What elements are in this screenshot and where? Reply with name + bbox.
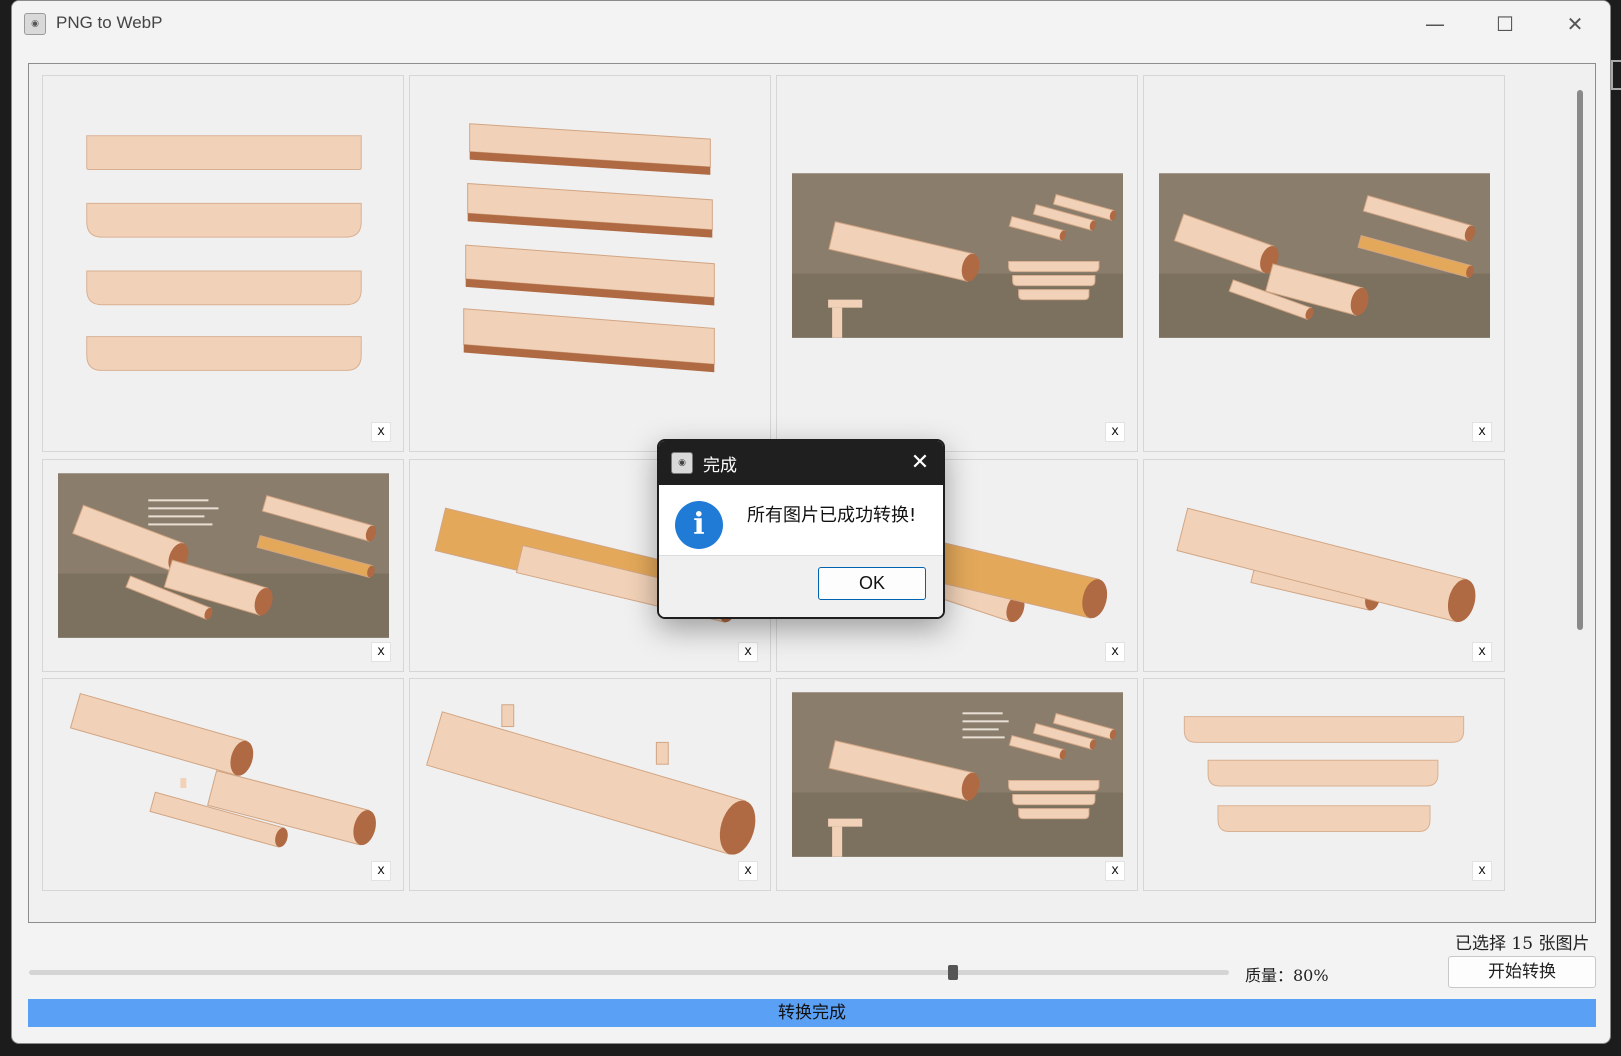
dialog-title-bar: ◉ 完成 ✕ xyxy=(659,441,943,485)
progress-label: 转换完成 xyxy=(778,1003,846,1023)
dialog-message: 所有图片已成功转换! xyxy=(747,505,917,526)
thumbnail-image xyxy=(1144,679,1504,890)
thumbnail-cell[interactable]: x xyxy=(1143,678,1505,891)
remove-image-button[interactable]: x xyxy=(371,422,391,442)
thumbnail-image xyxy=(410,679,770,890)
thumbnail-cell[interactable]: x xyxy=(776,75,1138,452)
thumbnail-image xyxy=(410,76,770,451)
remove-image-button[interactable]: x xyxy=(1472,642,1492,662)
thumbnail-image xyxy=(58,473,389,638)
thumbnail-image xyxy=(1144,460,1504,671)
thumbnail-cell[interactable]: x xyxy=(1143,75,1505,452)
thumbnail-cell[interactable]: x xyxy=(42,678,404,891)
maximize-icon[interactable]: ☐ xyxy=(1482,7,1528,41)
quality-label: 质量：80% xyxy=(1245,966,1329,985)
thumbnail-image xyxy=(43,76,403,451)
thumbnail-cell[interactable]: x xyxy=(1143,459,1505,672)
dialog-body: i 所有图片已成功转换! xyxy=(659,485,943,555)
dialog-title: 完成 xyxy=(703,456,737,476)
thumbnail-image xyxy=(43,679,403,890)
vertical-scrollbar[interactable] xyxy=(1577,90,1583,630)
thumbnail-image xyxy=(1159,173,1490,338)
completion-dialog: ◉ 完成 ✕ i 所有图片已成功转换! OK xyxy=(657,439,945,619)
remove-image-button[interactable]: x xyxy=(1105,861,1125,881)
thumbnail-image xyxy=(792,173,1123,338)
close-icon[interactable]: ✕ xyxy=(1552,7,1598,41)
thumbnail-image xyxy=(792,692,1123,857)
background-window-edge xyxy=(1611,60,1621,90)
remove-image-button[interactable]: x xyxy=(738,861,758,881)
minimize-icon[interactable]: — xyxy=(1412,7,1458,41)
quality-slider-track[interactable] xyxy=(29,970,1229,975)
thumbnail-cell[interactable]: x xyxy=(42,75,404,452)
remove-image-button[interactable]: x xyxy=(371,642,391,662)
start-convert-button[interactable]: 开始转换 xyxy=(1448,956,1596,988)
remove-image-button[interactable]: x xyxy=(1105,422,1125,442)
quality-slider-handle[interactable] xyxy=(948,965,958,980)
app-logo-icon: ◉ xyxy=(24,13,46,35)
window-title: PNG to WebP xyxy=(56,13,163,32)
thumbnail-cell[interactable]: x xyxy=(42,459,404,672)
ok-button[interactable]: OK xyxy=(818,567,926,600)
title-bar: ◉ PNG to WebP — ☐ ✕ xyxy=(12,1,1610,47)
app-logo-icon: ◉ xyxy=(671,452,693,474)
selected-count-label: 已选择 15 张图片 xyxy=(1455,934,1590,954)
remove-image-button[interactable]: x xyxy=(738,642,758,662)
dialog-footer: OK xyxy=(659,555,943,617)
thumbnail-cell[interactable]: x xyxy=(409,678,771,891)
progress-bar: 转换完成 xyxy=(28,999,1596,1027)
dialog-close-icon[interactable]: ✕ xyxy=(905,449,935,477)
remove-image-button[interactable]: x xyxy=(1472,861,1492,881)
remove-image-button[interactable]: x xyxy=(1472,422,1492,442)
thumbnail-cell[interactable] xyxy=(409,75,771,452)
remove-image-button[interactable]: x xyxy=(1105,642,1125,662)
info-icon: i xyxy=(675,501,723,549)
thumbnail-cell[interactable]: x xyxy=(776,678,1138,891)
remove-image-button[interactable]: x xyxy=(371,861,391,881)
